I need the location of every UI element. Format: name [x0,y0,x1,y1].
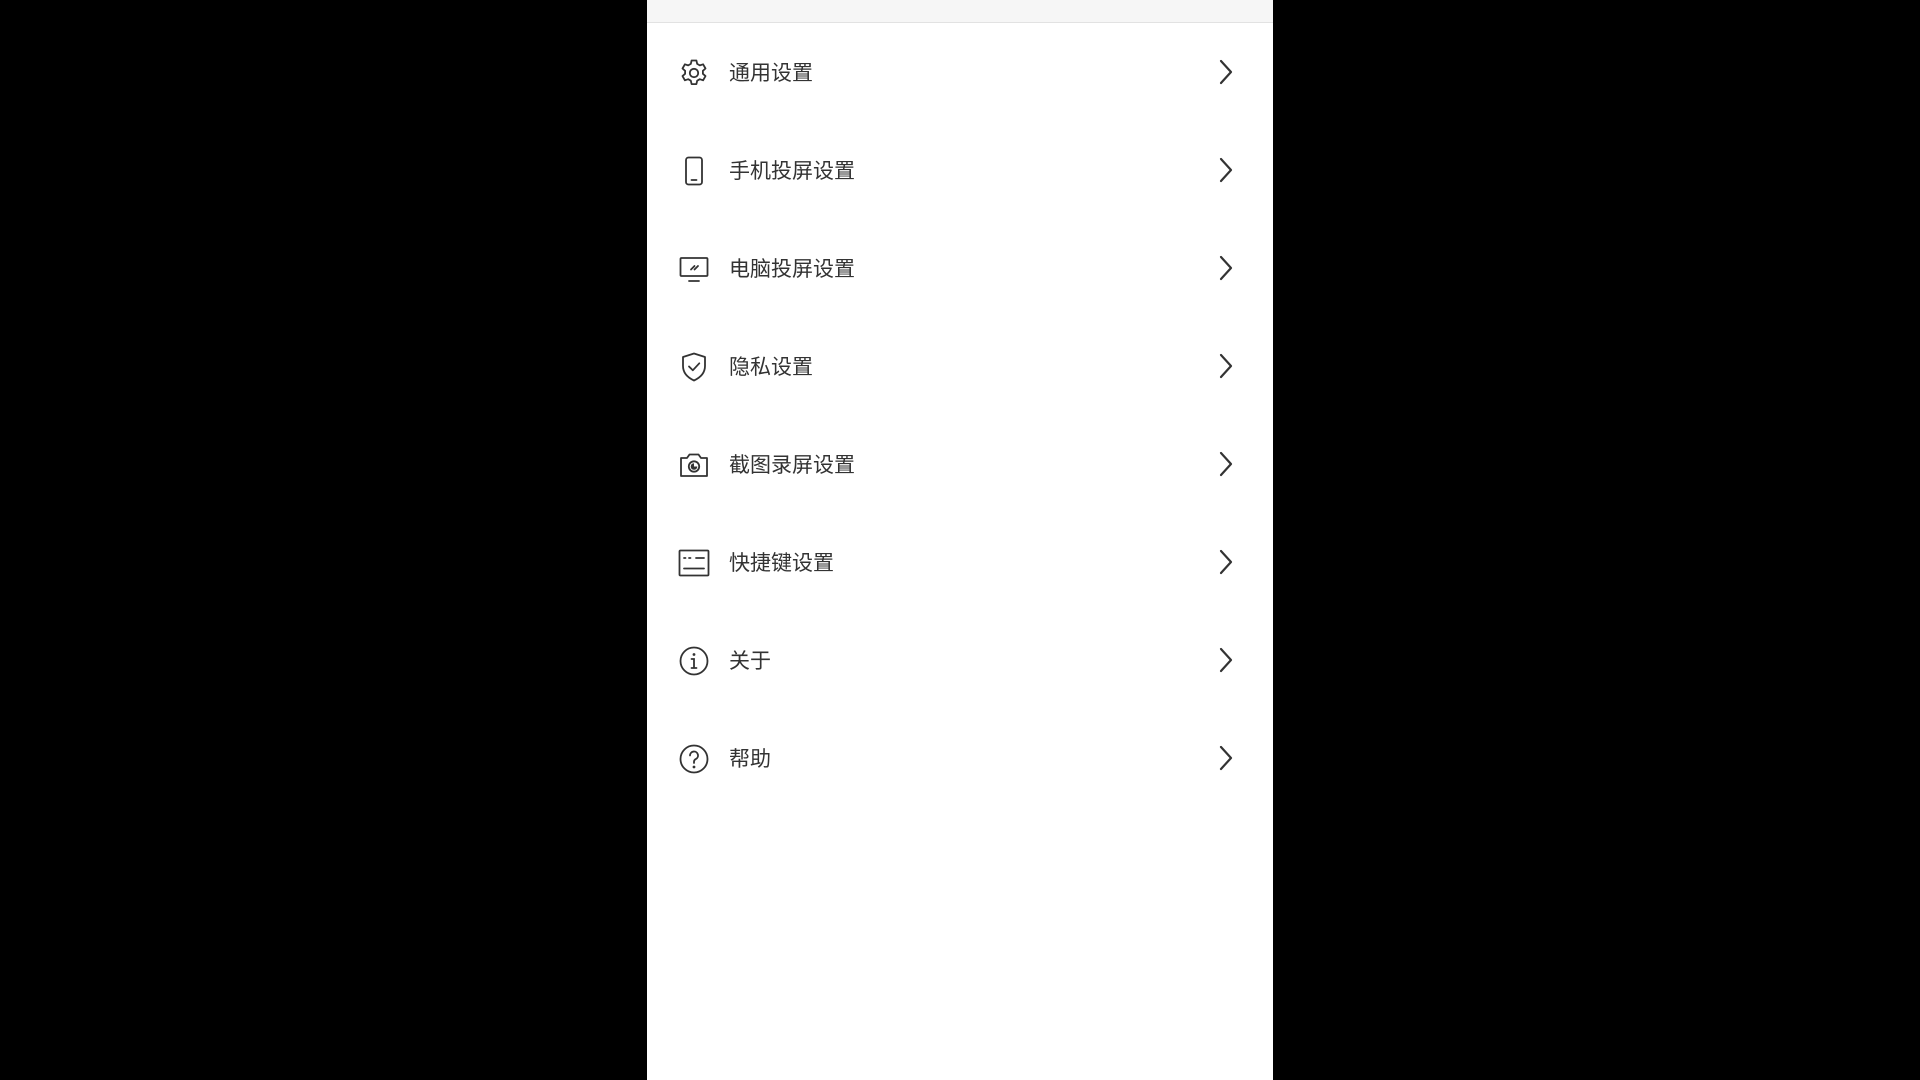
phone-icon [678,155,710,187]
chevron-right-icon [1211,743,1241,773]
menu-item-label: 快捷键设置 [729,551,834,575]
settings-panel: 通用设置 手机投屏设置 电脑投屏设置 隐私设置 截图录屏设置 快捷键设置 关于 … [647,0,1273,1080]
menu-item-shortcut-settings[interactable]: 快捷键设置 [647,513,1273,611]
chevron-right-icon [1211,547,1241,577]
gear-icon [678,57,710,89]
menu-item-label: 隐私设置 [729,355,813,379]
menu-item-general-settings[interactable]: 通用设置 [647,23,1273,121]
menu-item-label: 电脑投屏设置 [729,257,855,281]
chevron-right-icon [1211,351,1241,381]
menu-item-label: 关于 [729,649,771,673]
info-icon [678,645,710,677]
menu-item-pc-projection-settings[interactable]: 电脑投屏设置 [647,219,1273,317]
chevron-right-icon [1211,253,1241,283]
menu-item-label: 通用设置 [729,61,813,85]
menu-item-privacy-settings[interactable]: 隐私设置 [647,317,1273,415]
chevron-right-icon [1211,57,1241,87]
menu-item-screenshot-recording-settings[interactable]: 截图录屏设置 [647,415,1273,513]
chevron-right-icon [1211,449,1241,479]
monitor-icon [678,253,710,285]
menu-item-phone-projection-settings[interactable]: 手机投屏设置 [647,121,1273,219]
menu-item-label: 截图录屏设置 [729,453,855,477]
chevron-right-icon [1211,155,1241,185]
chevron-right-icon [1211,645,1241,675]
menu-item-about[interactable]: 关于 [647,611,1273,709]
keyboard-icon [678,547,710,579]
shield-check-icon [678,351,710,383]
menu-item-help[interactable]: 帮助 [647,709,1273,807]
settings-menu: 通用设置 手机投屏设置 电脑投屏设置 隐私设置 截图录屏设置 快捷键设置 关于 … [647,23,1273,807]
menu-item-label: 手机投屏设置 [729,159,855,183]
help-icon [678,743,710,775]
camera-icon [678,449,710,481]
top-bar [647,0,1273,23]
menu-item-label: 帮助 [729,747,771,771]
